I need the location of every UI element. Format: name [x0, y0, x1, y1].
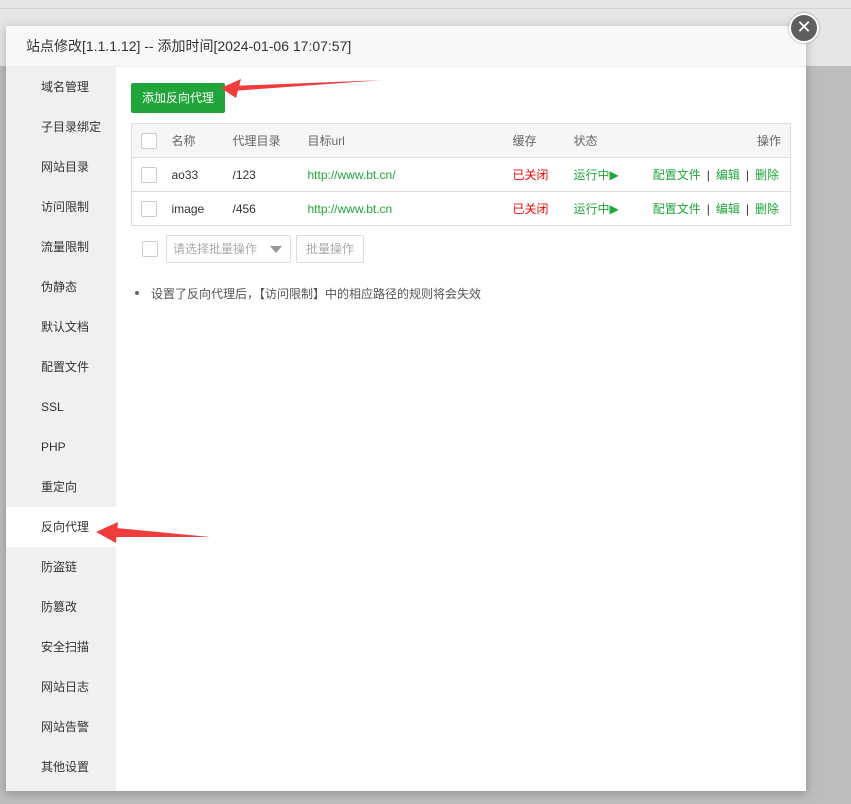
sidebar-item-reverse-proxy[interactable]: 反向代理: [6, 507, 116, 547]
main-content: 添加反向代理 名称 代理目录 目标url 缓存 状态 操作 ao33 /123: [116, 67, 806, 791]
row-target-url[interactable]: http://www.bt.cn: [307, 191, 513, 226]
sidebar-item-redirect[interactable]: 重定向: [6, 467, 116, 507]
sidebar-item-subdir-binding[interactable]: 子目录绑定: [6, 107, 116, 147]
sidebar-item-domain[interactable]: 域名管理: [6, 67, 116, 107]
sidebar-item-traffic-limit[interactable]: 流量限制: [6, 227, 116, 267]
site-edit-dialog: 站点修改[1.1.1.12] -- 添加时间[2024-01-06 17:07:…: [6, 26, 806, 791]
add-reverse-proxy-button[interactable]: 添加反向代理: [131, 83, 226, 113]
select-all-checkbox[interactable]: [141, 132, 157, 149]
row-name: image: [171, 191, 233, 226]
table-row: image /456 http://www.bt.cn 已关闭 运行中▶ 配置文…: [131, 191, 791, 226]
column-proxy-dir: 代理目录: [232, 123, 308, 158]
tip-item: 设置了反向代理后，【访问限制】中的相应路径的规则将会失效: [131, 285, 791, 302]
sidebar-item-ssl[interactable]: SSL: [6, 387, 116, 427]
row-checkbox[interactable]: [141, 200, 157, 217]
tips-list: 设置了反向代理后，【访问限制】中的相应路径的规则将会失效: [131, 285, 791, 302]
sidebar-item-site-log[interactable]: 网站日志: [6, 667, 116, 707]
row-run-status[interactable]: 运行中▶: [573, 191, 647, 226]
batch-operations: 请选择批量操作 批量操作: [131, 235, 791, 263]
sidebar-item-php[interactable]: PHP: [6, 427, 116, 467]
table-header-row: 名称 代理目录 目标url 缓存 状态 操作: [131, 123, 791, 158]
sidebar-item-site-alert[interactable]: 网站告警: [6, 707, 116, 747]
delete-link[interactable]: 删除: [755, 202, 779, 216]
row-cache-status[interactable]: 已关闭: [512, 191, 574, 226]
dialog-title: 站点修改[1.1.1.12] -- 添加时间[2024-01-06 17:07:…: [6, 26, 806, 67]
row-run-status[interactable]: 运行中▶: [573, 157, 647, 192]
action-separator: |: [706, 168, 710, 182]
sidebar-item-security-scan[interactable]: 安全扫描: [6, 627, 116, 667]
table-row: ao33 /123 http://www.bt.cn/ 已关闭 运行中▶ 配置文…: [131, 157, 791, 192]
row-checkbox[interactable]: [141, 166, 157, 183]
sidebar-item-default-doc[interactable]: 默认文档: [6, 307, 116, 347]
sidebar-item-rewrite[interactable]: 伪静态: [6, 267, 116, 307]
action-separator: |: [706, 202, 710, 216]
sidebar-item-tamper-proof[interactable]: 防篡改: [6, 587, 116, 627]
batch-select-placeholder: 请选择批量操作: [173, 242, 258, 256]
caret-down-icon: [270, 246, 282, 253]
action-separator: |: [745, 168, 749, 182]
batch-select-checkbox[interactable]: [142, 241, 158, 257]
column-status: 状态: [573, 123, 647, 158]
column-target-url: 目标url: [307, 123, 513, 158]
delete-link[interactable]: 删除: [755, 168, 779, 182]
row-target-url[interactable]: http://www.bt.cn/: [307, 157, 513, 192]
batch-operation-button[interactable]: 批量操作: [296, 235, 365, 263]
proxy-table: 名称 代理目录 目标url 缓存 状态 操作 ao33 /123 http://…: [131, 123, 791, 226]
divider: [0, 8, 851, 9]
batch-operation-select[interactable]: 请选择批量操作: [166, 235, 291, 263]
row-name: ao33: [171, 157, 233, 192]
edit-link[interactable]: 编辑: [716, 168, 740, 182]
config-file-link[interactable]: 配置文件: [653, 168, 701, 182]
sidebar: 域名管理 子目录绑定 网站目录 访问限制 流量限制 伪静态 默认文档 配置文件 …: [6, 67, 116, 791]
row-cache-status[interactable]: 已关闭: [512, 157, 574, 192]
sidebar-item-site-dir[interactable]: 网站目录: [6, 147, 116, 187]
close-icon[interactable]: ✕: [789, 13, 819, 43]
column-name: 名称: [171, 123, 233, 158]
config-file-link[interactable]: 配置文件: [653, 202, 701, 216]
edit-link[interactable]: 编辑: [716, 202, 740, 216]
sidebar-item-other-settings[interactable]: 其他设置: [6, 747, 116, 787]
row-proxy-dir: /456: [232, 191, 308, 226]
sidebar-item-config-file[interactable]: 配置文件: [6, 347, 116, 387]
column-actions: 操作: [646, 123, 791, 158]
sidebar-item-access-limit[interactable]: 访问限制: [6, 187, 116, 227]
row-proxy-dir: /123: [232, 157, 308, 192]
sidebar-item-hotlink[interactable]: 防盗链: [6, 547, 116, 587]
action-separator: |: [745, 202, 749, 216]
column-cache: 缓存: [512, 123, 574, 158]
